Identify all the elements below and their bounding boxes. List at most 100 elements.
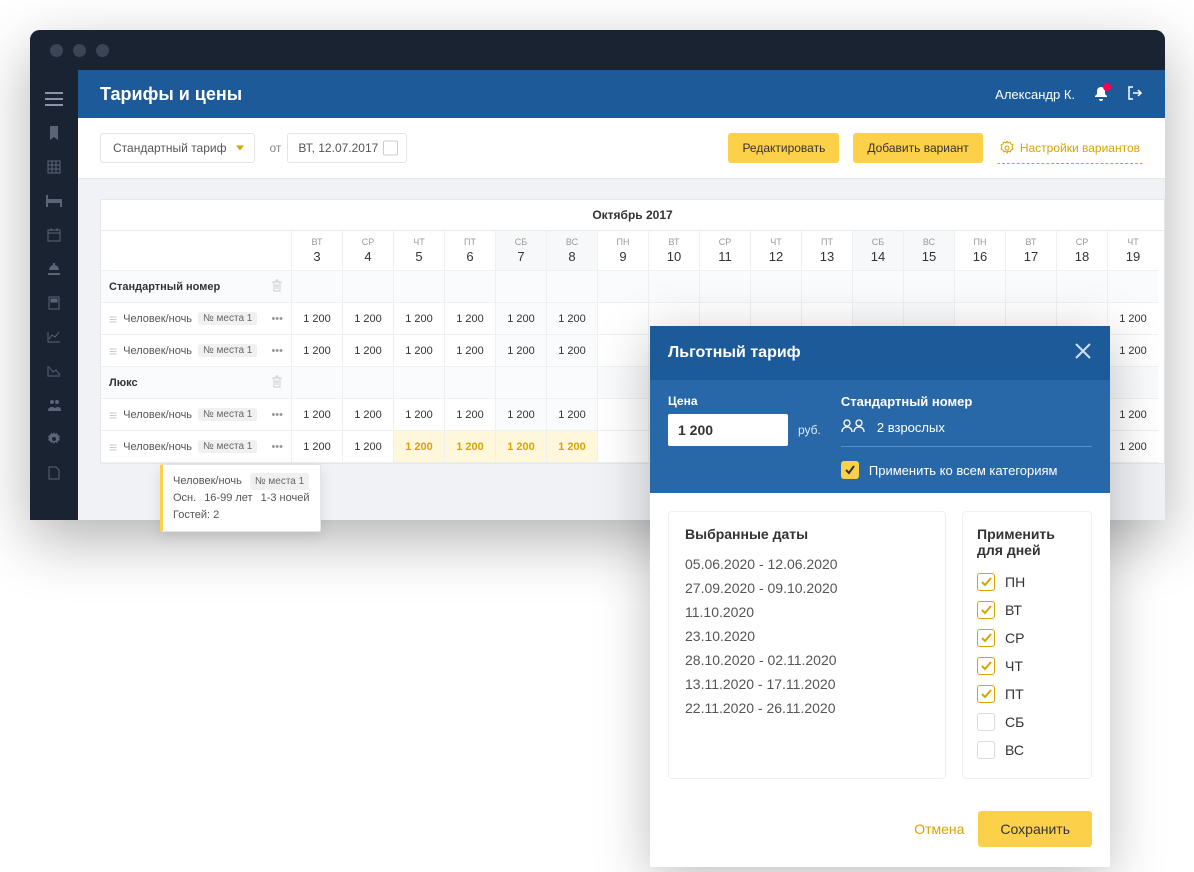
price-cell[interactable]: 1 200	[445, 399, 495, 431]
day-header[interactable]: ПН16	[955, 231, 1005, 271]
price-input[interactable]	[668, 414, 788, 446]
price-cell[interactable]: 1 200	[496, 431, 546, 463]
day-header[interactable]: ПТ6	[445, 231, 495, 271]
sidebar-item-users[interactable]	[30, 388, 78, 422]
weekday-checkbox-row[interactable]: СР	[977, 624, 1077, 652]
price-cell[interactable]: 1 200	[394, 335, 444, 367]
day-header[interactable]: СБ14	[853, 231, 903, 271]
price-cell[interactable]: 1 200	[445, 303, 495, 335]
checkbox[interactable]	[977, 685, 995, 703]
tariff-select[interactable]: Стандартный тариф	[100, 133, 255, 163]
price-cell[interactable]: 1 200	[292, 431, 342, 463]
drag-handle-icon[interactable]: ≡	[109, 439, 117, 455]
more-icon[interactable]: •••	[271, 345, 283, 357]
drag-handle-icon[interactable]: ≡	[109, 407, 117, 423]
modal-close-button[interactable]	[1074, 340, 1092, 366]
day-header[interactable]: ЧТ5	[394, 231, 444, 271]
checkbox[interactable]	[977, 741, 995, 759]
price-cell[interactable]	[598, 399, 648, 431]
price-row-label[interactable]: ≡Человек/ночь№ места 1•••	[101, 303, 291, 335]
sidebar-item-calendar[interactable]	[30, 218, 78, 252]
weekday-checkbox-row[interactable]: ВТ	[977, 596, 1077, 624]
delete-icon[interactable]	[271, 279, 283, 295]
weekday-checkbox-row[interactable]: ЧТ	[977, 652, 1077, 680]
price-cell[interactable]: 1 200	[1108, 399, 1158, 431]
day-header[interactable]: ПТ13	[802, 231, 852, 271]
day-header[interactable]: ЧТ12	[751, 231, 801, 271]
save-button[interactable]: Сохранить	[978, 811, 1092, 847]
sidebar-item-bed[interactable]	[30, 184, 78, 218]
day-header[interactable]: ЧТ19	[1108, 231, 1158, 271]
logout-icon[interactable]	[1127, 85, 1143, 104]
sidebar-item-calculator[interactable]	[30, 286, 78, 320]
price-cell[interactable]: 1 200	[496, 335, 546, 367]
apply-all-checkbox[interactable]	[841, 461, 859, 479]
price-cell[interactable]: 1 200	[547, 399, 597, 431]
weekday-checkbox-row[interactable]: ПТ	[977, 680, 1077, 708]
price-cell[interactable]: 1 200	[292, 303, 342, 335]
drag-handle-icon[interactable]: ≡	[109, 343, 117, 359]
price-cell[interactable]: 1 200	[394, 431, 444, 463]
price-cell[interactable]: 1 200	[445, 335, 495, 367]
checkbox[interactable]	[977, 657, 995, 675]
price-cell[interactable]	[598, 303, 648, 335]
day-header[interactable]: СР4	[343, 231, 393, 271]
price-cell[interactable]: 1 200	[496, 303, 546, 335]
add-variant-button[interactable]: Добавить вариант	[853, 133, 982, 163]
variant-settings-link[interactable]: Настройки вариантов	[997, 132, 1143, 164]
day-header[interactable]: ВС15	[904, 231, 954, 271]
price-cell[interactable]: 1 200	[547, 303, 597, 335]
edit-button[interactable]: Редактировать	[728, 133, 839, 163]
price-cell[interactable]: 1 200	[1108, 431, 1158, 463]
sidebar-item-chart-down[interactable]	[30, 354, 78, 388]
more-icon[interactable]: •••	[271, 409, 283, 421]
price-cell[interactable]: 1 200	[343, 303, 393, 335]
more-icon[interactable]: •••	[271, 441, 283, 453]
drag-handle-icon[interactable]: ≡	[109, 311, 117, 327]
sidebar-item-settings[interactable]	[30, 422, 78, 456]
price-row-label[interactable]: ≡Человек/ночь№ места 1•••	[101, 399, 291, 431]
more-icon[interactable]: •••	[271, 313, 283, 325]
price-cell[interactable]: 1 200	[547, 431, 597, 463]
price-cell[interactable]: 1 200	[1108, 303, 1158, 335]
day-header[interactable]: ВС8	[547, 231, 597, 271]
date-from-input[interactable]: ВТ, 12.07.2017	[287, 133, 407, 163]
weekday-checkbox-row[interactable]: ВС	[977, 736, 1077, 764]
day-header[interactable]: ВТ10	[649, 231, 699, 271]
price-cell[interactable]	[598, 335, 648, 367]
weekday-checkbox-row[interactable]: ПН	[977, 568, 1077, 596]
price-cell[interactable]: 1 200	[1108, 335, 1158, 367]
price-cell[interactable]: 1 200	[343, 335, 393, 367]
day-header[interactable]: ВТ3	[292, 231, 342, 271]
user-name[interactable]: Александр К.	[995, 87, 1075, 102]
day-header[interactable]: СБ7	[496, 231, 546, 271]
checkbox[interactable]	[977, 629, 995, 647]
cancel-button[interactable]: Отмена	[914, 821, 964, 837]
sidebar-item-chart-line[interactable]	[30, 320, 78, 354]
price-cell[interactable]: 1 200	[445, 431, 495, 463]
price-cell[interactable]: 1 200	[394, 399, 444, 431]
price-row-label[interactable]: ≡Человек/ночь№ места 1•••	[101, 431, 291, 463]
day-header[interactable]: ВТ17	[1006, 231, 1056, 271]
price-row-label[interactable]: ≡Человек/ночь№ места 1•••	[101, 335, 291, 367]
price-cell[interactable]: 1 200	[547, 335, 597, 367]
checkbox[interactable]	[977, 573, 995, 591]
sidebar-toggle[interactable]	[30, 82, 78, 116]
price-cell[interactable]: 1 200	[394, 303, 444, 335]
checkbox[interactable]	[977, 601, 995, 619]
sidebar-item-grid[interactable]	[30, 150, 78, 184]
day-header[interactable]: ПН9	[598, 231, 648, 271]
price-cell[interactable]: 1 200	[292, 335, 342, 367]
checkbox[interactable]	[977, 713, 995, 731]
sidebar-item-service[interactable]	[30, 252, 78, 286]
sidebar-item-bookmark[interactable]	[30, 116, 78, 150]
notifications-icon[interactable]	[1093, 85, 1109, 104]
weekday-checkbox-row[interactable]: СБ	[977, 708, 1077, 736]
price-cell[interactable]	[598, 431, 648, 463]
delete-icon[interactable]	[271, 375, 283, 391]
day-header[interactable]: СР18	[1057, 231, 1107, 271]
price-cell[interactable]: 1 200	[343, 431, 393, 463]
day-header[interactable]: СР11	[700, 231, 750, 271]
price-cell[interactable]: 1 200	[343, 399, 393, 431]
price-cell[interactable]: 1 200	[496, 399, 546, 431]
